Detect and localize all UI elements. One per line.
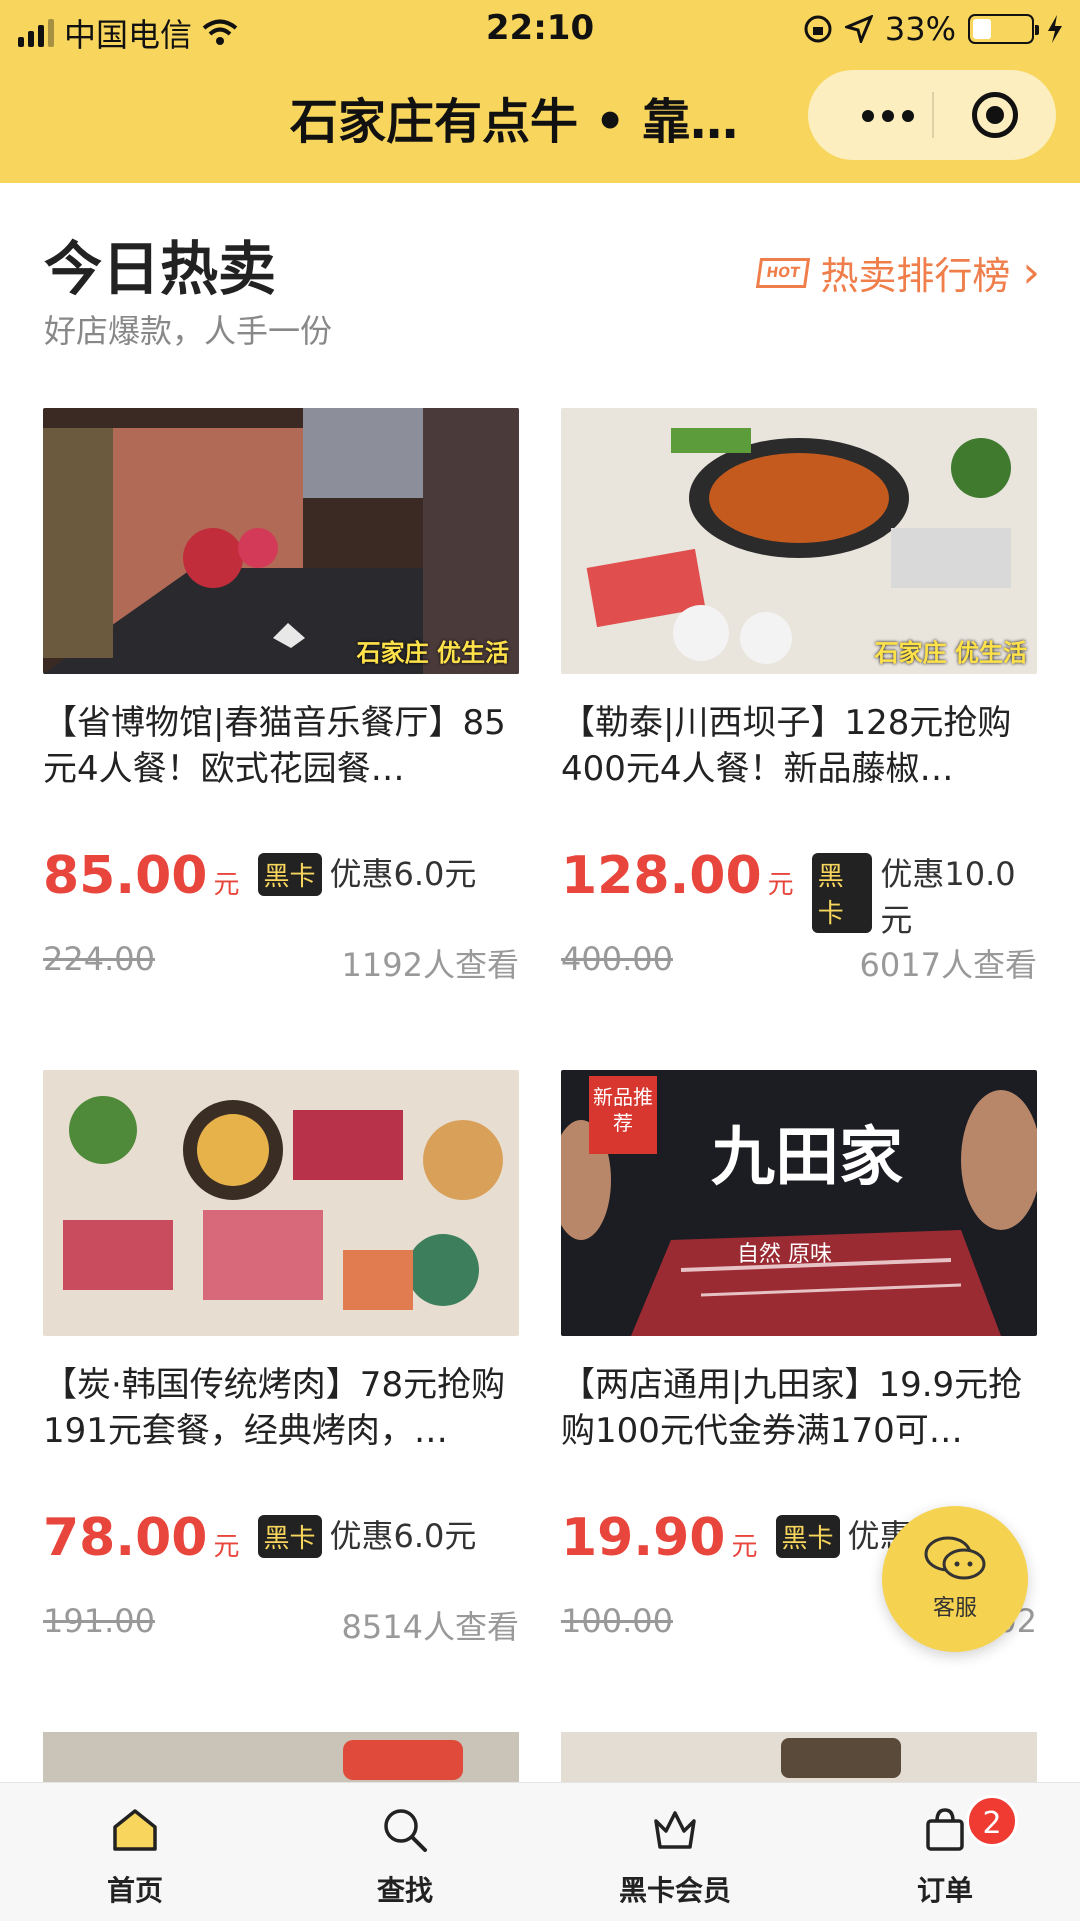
- product-card-partial[interactable]: [43, 1732, 519, 1782]
- product-name: 【勒泰|川西坝子】128元抢购400元4人餐！新品藤椒…: [561, 703, 1012, 789]
- hot-badge-icon: HOT: [756, 257, 811, 288]
- watermark: 石家庄 优生活: [356, 638, 509, 667]
- search-icon: [384, 1809, 427, 1852]
- home-icon: [113, 1809, 157, 1851]
- black-card-tag: 黑卡: [257, 853, 322, 896]
- section-title: 今日热卖: [44, 235, 277, 303]
- capsule-divider: [932, 92, 934, 138]
- product-image-restaurant[interactable]: 石家庄 优生活: [43, 408, 519, 674]
- customer-service-label: 客服: [932, 1596, 977, 1621]
- discount-text: 优惠6.0元: [329, 855, 477, 893]
- product-image-korean-bbq[interactable]: [43, 1070, 519, 1336]
- price-unit: 元: [767, 870, 794, 900]
- discount-text: 优惠10.0元: [880, 855, 1016, 939]
- restaurant-photo: [43, 408, 519, 674]
- product-image-hotpot[interactable]: 石家庄 优生活: [561, 408, 1037, 674]
- food-photo-fragment: [343, 1740, 463, 1780]
- product-card-partial[interactable]: [561, 1732, 1037, 1782]
- close-target-icon[interactable]: [972, 92, 1018, 138]
- price-row: 19.90 元 黑卡 优惠: [561, 1508, 912, 1568]
- product-name: 【炭·韩国传统烤肉】78元抢购191元套餐，经典烤肉，…: [43, 1365, 506, 1451]
- top-bar: 中国电信 22:10 33% 石家庄有点牛 • 靠…: [0, 0, 1080, 183]
- price-row: 128.00 元 黑卡 优惠10.0元: [561, 846, 1037, 949]
- brand-slogan: 自然 原味: [737, 1242, 832, 1267]
- location-icon: [844, 15, 873, 43]
- rotation-lock-icon: [804, 15, 832, 43]
- price-unit: 元: [731, 1532, 758, 1562]
- chat-bubbles-icon: [924, 1536, 986, 1580]
- black-card-tag: 黑卡: [775, 1515, 840, 1558]
- price-row: 85.00 元 黑卡 优惠6.0元: [43, 846, 476, 906]
- brand-logo: 九田家: [711, 1121, 903, 1195]
- discount-text: 优惠6.0元: [329, 1517, 477, 1555]
- black-card-tag: 黑卡: [257, 1515, 322, 1558]
- battery-percent: 33%: [884, 10, 956, 48]
- product-name: 【省博物馆|春猫音乐餐厅】85元4人餐！欧式花园餐…: [43, 703, 506, 789]
- price-unit: 元: [213, 870, 240, 900]
- original-price: 400.00: [561, 940, 673, 978]
- food-photo-fragment: [781, 1738, 901, 1778]
- tab-label: 黑卡会员: [618, 1874, 731, 1907]
- battery-icon: [968, 14, 1039, 44]
- section-subtitle: 好店爆款，人手一份: [44, 312, 333, 350]
- rank-link-label: 热卖排行榜: [820, 254, 1011, 298]
- more-menu-button[interactable]: [848, 96, 928, 136]
- order-count-badge: 2: [966, 1795, 1018, 1847]
- customer-service-button[interactable]: 客服: [882, 1506, 1028, 1652]
- bottom-tab-bar: 首页 查找 黑卡会员 订单: [0, 1782, 1080, 1921]
- black-card-tag: 黑卡: [811, 853, 873, 933]
- product-price: 78.00: [43, 1508, 208, 1568]
- status-bar: 中国电信 22:10 33%: [0, 0, 1080, 60]
- product-price: 19.90: [561, 1508, 726, 1568]
- original-price: 224.00: [43, 940, 155, 978]
- tab-label: 查找: [376, 1874, 433, 1907]
- chevron-right-icon: ›: [1022, 246, 1040, 298]
- product-card[interactable]: 石家庄 优生活 【勒泰|川西坝子】128元抢购400元4人餐！新品藤椒… 128…: [561, 408, 1037, 984]
- bag-icon: [926, 1808, 964, 1851]
- view-count: 8514人查看: [341, 1608, 519, 1646]
- tab-label: 首页: [106, 1874, 163, 1907]
- tab-orders[interactable]: 订单: [810, 1783, 1080, 1922]
- view-count: 6017人查看: [859, 946, 1037, 984]
- mini-program-capsule: [808, 70, 1056, 160]
- product-price: 128.00: [561, 846, 762, 906]
- hot-ranking-link[interactable]: HOT 热卖排行榜 ›: [756, 245, 1040, 300]
- product-card[interactable]: 新品推荐 九田家 自然 原味 【两店通用|九田家】19.9元抢购100元代金券满…: [561, 1070, 1037, 1640]
- tab-label: 订单: [916, 1874, 973, 1907]
- product-name: 【两店通用|九田家】19.9元抢购100元代金券满170可…: [561, 1365, 1023, 1451]
- original-price: 191.00: [43, 1602, 155, 1640]
- tab-home[interactable]: 首页: [0, 1783, 270, 1922]
- product-card[interactable]: 【炭·韩国传统烤肉】78元抢购191元套餐，经典烤肉，… 78.00 元 黑卡 …: [43, 1070, 519, 1646]
- price-unit: 元: [213, 1532, 240, 1562]
- product-price: 85.00: [43, 846, 208, 906]
- crown-icon: [654, 1811, 696, 1849]
- new-product-tag: 新品推荐: [589, 1076, 657, 1154]
- product-image-beef[interactable]: 新品推荐 九田家 自然 原味: [561, 1070, 1037, 1336]
- charging-icon: [1048, 15, 1062, 43]
- original-price: 100.00: [561, 1602, 673, 1640]
- product-card[interactable]: 石家庄 优生活 【省博物馆|春猫音乐餐厅】85元4人餐！欧式花园餐… 85.00…: [43, 408, 519, 984]
- hotpot-photo: [561, 408, 1037, 674]
- view-count: 1192人查看: [341, 946, 519, 984]
- page-title: 石家庄有点牛 • 靠…: [290, 94, 739, 150]
- tab-black-card[interactable]: 黑卡会员: [540, 1783, 810, 1922]
- tab-search[interactable]: 查找: [270, 1783, 540, 1922]
- status-right: 33%: [803, 10, 1064, 48]
- price-row: 78.00 元 黑卡 优惠6.0元: [43, 1508, 476, 1568]
- watermark: 石家庄 优生活: [874, 638, 1027, 667]
- korean-bbq-photo: [43, 1070, 519, 1336]
